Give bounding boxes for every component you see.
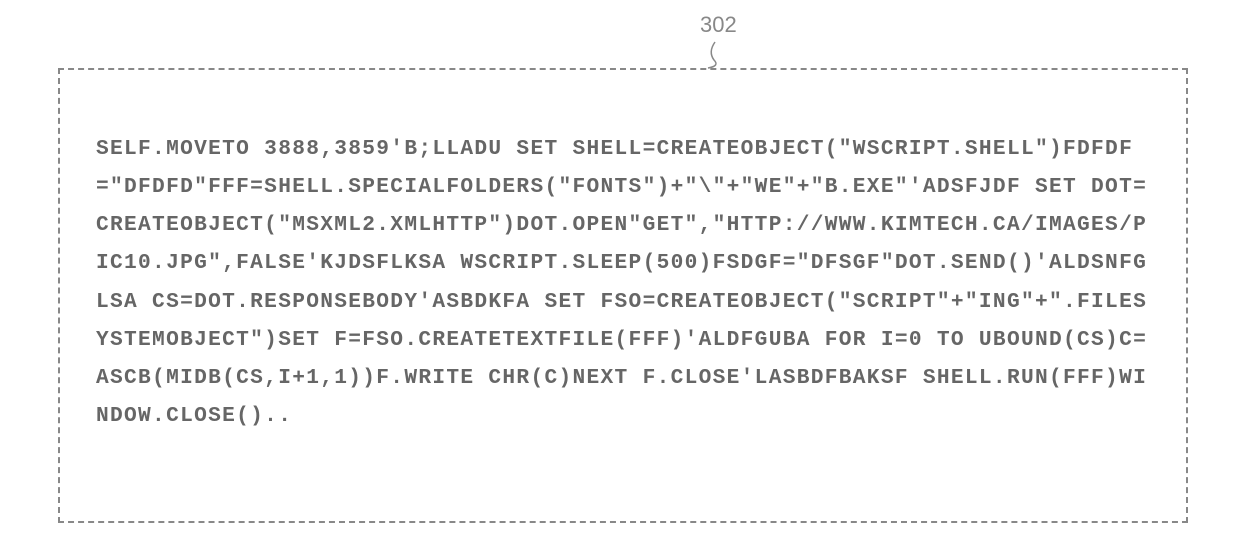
pointer-curve-icon (700, 40, 730, 70)
code-listing-box: SELF.MOVETO 3888,3859'B;LLADU SET SHELL=… (58, 68, 1188, 523)
figure-label: 302 (700, 12, 737, 38)
code-listing-text: SELF.MOVETO 3888,3859'B;LLADU SET SHELL=… (96, 130, 1150, 435)
